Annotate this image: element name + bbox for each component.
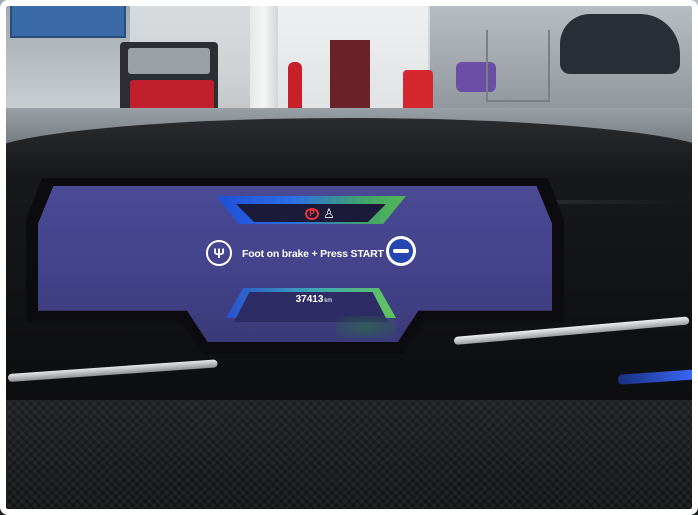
tool-board [10,4,126,38]
carbon-fiber-trim [0,400,698,515]
start-instruction-text: Foot on brake + Press START [242,248,384,260]
gauge-glow [336,316,396,338]
diagnostic-machine-top [128,48,210,74]
odometer-unit: km [324,298,333,304]
red-barrel [403,70,433,112]
odometer: 37413km [274,292,354,308]
parking-brake-warning-icon: P [305,208,319,220]
equipment-rack [486,30,550,102]
start-button-icon [386,236,416,266]
seatbelt-warning-icon: ♙ [323,206,335,221]
parked-car [560,14,680,74]
start-message-row: Ψ Foot on brake + Press START [206,234,422,274]
start-button-icon-inner [389,239,413,263]
foot-on-brake-icon: Ψ [206,240,232,266]
odometer-value: 37413 [295,294,324,305]
windshield-pillar [250,0,278,120]
fire-extinguisher [288,62,302,112]
storage-cabinet [330,40,370,110]
start-button-bar [393,249,409,253]
